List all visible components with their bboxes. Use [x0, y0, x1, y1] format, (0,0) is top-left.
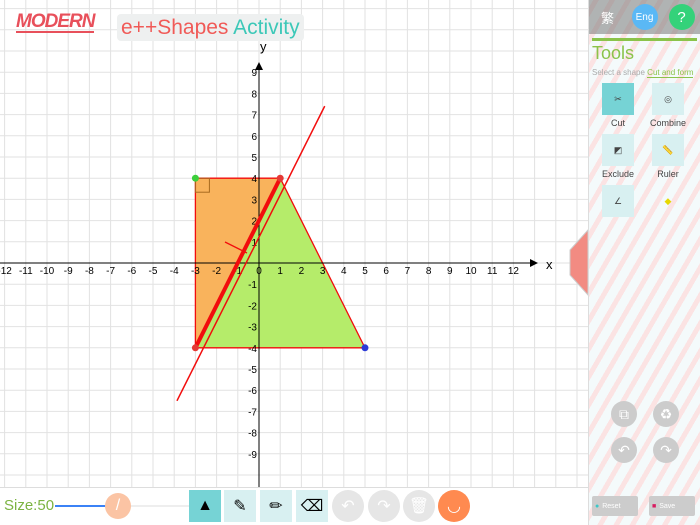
x-tick-label: -12 — [0, 266, 12, 277]
trash-icon[interactable]: 🗑 — [403, 490, 435, 522]
tool-label: Exclude — [601, 169, 635, 179]
x-axis-label: x — [546, 257, 553, 272]
tool-label: Combine — [649, 118, 687, 128]
ruler-icon: 📏 — [652, 134, 684, 166]
bottom-toolbar: Size:50 / ▲ ✎ ✏ ⌫ ↶ ↷ 🗑 ◡ — [0, 487, 588, 525]
x-tick-label: -3 — [191, 266, 200, 277]
y-tick-label: -9 — [248, 450, 257, 461]
y-tick-label: 4 — [251, 174, 257, 185]
y-tick-label: -6 — [248, 386, 257, 397]
tools-title: Tools — [592, 38, 697, 64]
size-label: Size:50 — [4, 497, 55, 514]
y-tick-label: -7 — [248, 407, 257, 418]
logo: MODERN — [16, 11, 95, 33]
tool-label: Ruler — [657, 169, 679, 179]
x-tick-label: 3 — [320, 266, 326, 277]
undo-icon[interactable]: ↶ — [332, 490, 364, 522]
exclude-icon: ◩ — [602, 134, 634, 166]
tool-paint[interactable]: ◆ — [643, 185, 693, 220]
english-button[interactable]: Eng — [631, 4, 658, 30]
x-tick-label: 2 — [299, 266, 305, 277]
x-tick-label: 1 — [277, 266, 283, 277]
reset-label: Reset — [602, 502, 621, 510]
app-title: e++Shapes Activity — [117, 14, 304, 41]
trash-icon: ● — [595, 502, 600, 510]
fill-tool-icon[interactable]: ▲ — [189, 490, 221, 522]
save-button[interactable]: ■ Save — [649, 496, 695, 516]
copy-button[interactable]: ⧉ — [611, 401, 637, 427]
x-tick-label: 6 — [383, 266, 389, 277]
pencil-line-icon[interactable]: ✏ — [260, 490, 292, 522]
tab-select-shape[interactable]: Select a shape — [592, 68, 645, 77]
x-tick-label: 4 — [341, 266, 347, 277]
redo-shape-button[interactable]: ↷ — [653, 437, 679, 463]
drawing-canvas[interactable]: xy-12-11-10-9-8-7-6-5-4-3-2-101234567891… — [0, 0, 588, 487]
vertex-point — [276, 174, 284, 182]
y-tick-label: -2 — [248, 301, 257, 312]
tool-label: Cut — [610, 118, 625, 128]
tool-protractor[interactable]: ∠ — [593, 185, 643, 220]
x-tick-label: -6 — [127, 266, 136, 277]
y-tick-label: -1 — [248, 280, 257, 291]
y-tick-label: -4 — [248, 344, 257, 355]
cutter-icon: ✂ — [602, 83, 634, 115]
pen-icon[interactable]: ✎ — [224, 490, 256, 522]
floppy-icon: ■ — [652, 502, 657, 510]
x-axis-arrow — [530, 259, 538, 267]
x-tick-label: -8 — [85, 266, 94, 277]
title-part2: Activity — [233, 16, 300, 39]
undo-shape-button[interactable]: ↶ — [611, 437, 637, 463]
x-tick-label: 12 — [508, 266, 520, 277]
tab-cut-and-form[interactable]: Cut and form — [647, 68, 694, 78]
angle-icon: ∠ — [602, 185, 634, 217]
y-tick-label: 6 — [251, 132, 257, 143]
y-tick-label: 5 — [251, 153, 257, 164]
slider-knob-pen-icon[interactable]: / — [105, 493, 131, 519]
glue-icon: ◎ — [652, 83, 684, 115]
hide-eye-icon[interactable]: ◡ — [438, 490, 470, 522]
eraser-icon[interactable]: ⌫ — [296, 490, 328, 522]
recycle-button[interactable]: ♻ — [653, 401, 679, 427]
paint-bucket-icon: ◆ — [664, 195, 672, 206]
y-axis-label: y — [260, 39, 267, 54]
y-tick-label: 9 — [251, 68, 257, 79]
x-tick-label: -2 — [212, 266, 221, 277]
y-tick-label: 7 — [251, 111, 257, 122]
x-tick-label: 8 — [426, 266, 432, 277]
x-tick-label: -5 — [149, 266, 158, 277]
x-tick-label: -4 — [170, 266, 179, 277]
sidebar-collapse-tab — [569, 229, 588, 296]
x-tick-label: -9 — [64, 266, 73, 277]
y-tick-label: 3 — [251, 195, 257, 206]
redo-icon[interactable]: ↷ — [368, 490, 400, 522]
tool-ruler[interactable]: 📏 Ruler — [643, 134, 693, 179]
y-tick-label: -8 — [248, 429, 257, 440]
y-tick-label: -3 — [248, 323, 257, 334]
x-tick-label: -7 — [106, 266, 115, 277]
x-tick-label: -11 — [19, 266, 33, 277]
y-tick-label: -5 — [248, 365, 257, 376]
sidebar: 繁 Eng ? Tools Select a shape Cut and for… — [588, 0, 700, 525]
tool-combine[interactable]: ◎ Combine — [643, 83, 693, 128]
tool-cut[interactable]: ✂ Cut — [593, 83, 643, 128]
y-tick-label: 8 — [251, 89, 257, 100]
save-label: Save — [659, 502, 676, 510]
vertex-point — [191, 174, 199, 182]
reset-button[interactable]: ● Reset — [592, 496, 638, 516]
vertex-point — [361, 344, 369, 352]
traditional-chinese-button[interactable]: 繁 — [595, 4, 621, 30]
tool-exclude[interactable]: ◩ Exclude — [593, 134, 643, 179]
coordinate-plane[interactable]: xy-12-11-10-9-8-7-6-5-4-3-2-101234567891… — [0, 0, 588, 487]
x-tick-label: 9 — [447, 266, 453, 277]
x-tick-label: 5 — [362, 266, 368, 277]
x-tick-label: 10 — [465, 266, 477, 277]
vertex-point — [191, 344, 199, 352]
title-part1: e++Shapes — [121, 16, 229, 39]
x-tick-label: -10 — [40, 266, 55, 277]
x-tick-label: 11 — [487, 266, 498, 277]
x-tick-label: 0 — [256, 266, 262, 277]
x-tick-label: 7 — [405, 266, 411, 277]
help-button[interactable]: ? — [668, 4, 695, 30]
